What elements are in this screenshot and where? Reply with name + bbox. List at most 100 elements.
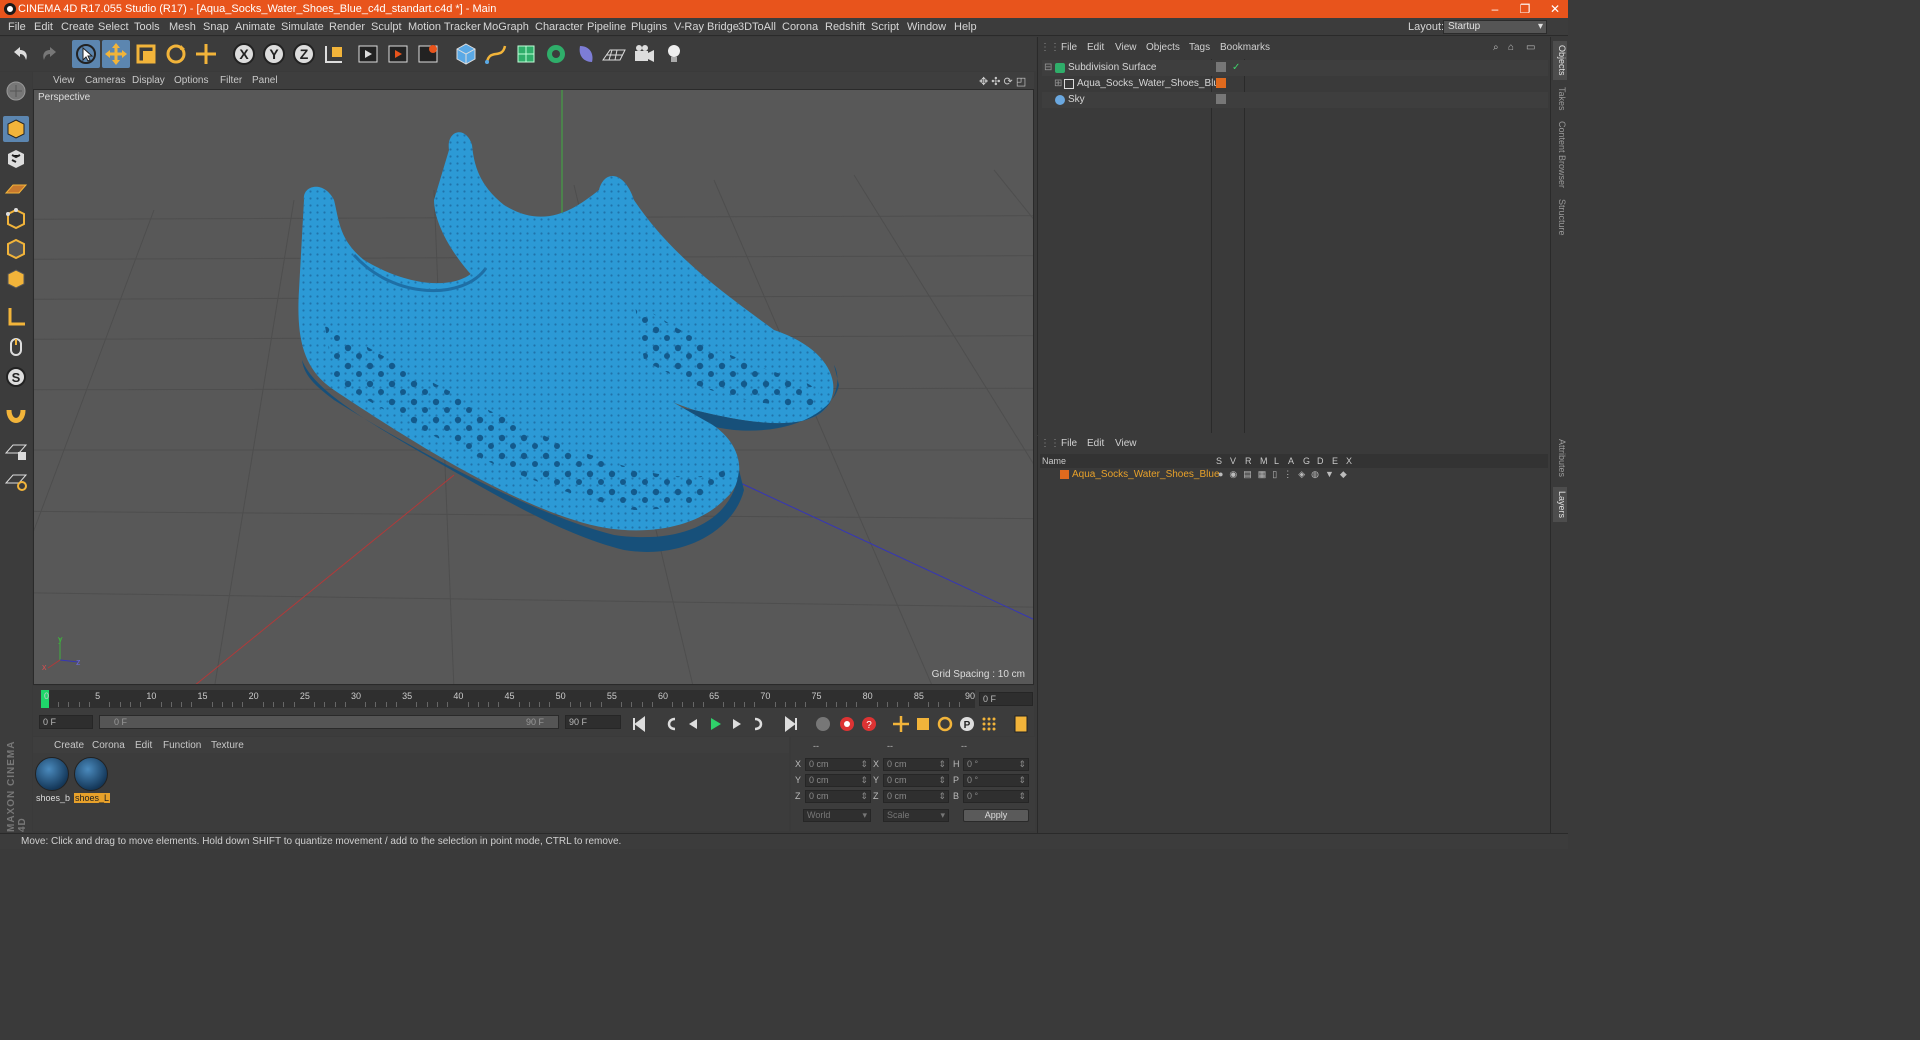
menu-window[interactable]: Window xyxy=(907,21,946,33)
panel-options-icon[interactable]: ▭ xyxy=(1526,42,1535,53)
texture-mode-button[interactable] xyxy=(3,146,29,172)
scale-select[interactable]: Scale ▾ xyxy=(883,809,949,822)
layer-column-x[interactable]: X xyxy=(1346,454,1352,468)
x-axis-lock-button[interactable]: X xyxy=(230,40,258,68)
stepper-arrows-icon[interactable]: ⇕ xyxy=(860,775,868,786)
viewport-menu-options[interactable]: Options xyxy=(174,75,208,86)
layer-column-a[interactable]: A xyxy=(1288,454,1294,468)
coord-value-field[interactable]: 0 cm ⇕ xyxy=(883,790,949,803)
go-to-end-button[interactable] xyxy=(781,714,801,734)
layer-name[interactable]: Aqua_Socks_Water_Shoes_Blue xyxy=(1072,468,1220,481)
material-label[interactable]: shoes_b xyxy=(35,793,71,803)
menu-v-ray-bridge[interactable]: V-Ray Bridge xyxy=(674,21,739,33)
viewport-menu-view[interactable]: View xyxy=(53,75,75,86)
layer-column-d[interactable]: D xyxy=(1317,454,1324,468)
expand-icon[interactable]: ⊞ xyxy=(1054,76,1062,92)
material-menu-create[interactable]: Create xyxy=(54,740,84,751)
stepper-arrows-icon[interactable]: ⇕ xyxy=(938,775,946,786)
scale-key-button[interactable] xyxy=(913,714,933,734)
layer-menu-edit[interactable]: Edit xyxy=(1087,438,1104,449)
stepper-arrows-icon[interactable]: ⇕ xyxy=(1018,775,1026,786)
snap-button[interactable]: S xyxy=(3,364,29,390)
coord-value-field[interactable]: 0 cm ⇕ xyxy=(805,790,871,803)
record-active-button[interactable] xyxy=(813,714,833,734)
object-name[interactable]: Sky xyxy=(1068,92,1085,108)
menu-tools[interactable]: Tools xyxy=(134,21,160,33)
viewport-menu-panel[interactable]: Panel xyxy=(252,75,278,86)
go-to-start-button[interactable] xyxy=(629,714,649,734)
array-cloner-button[interactable] xyxy=(542,40,570,68)
point-level-key-button[interactable] xyxy=(979,714,999,734)
close-button[interactable]: ✕ xyxy=(1540,0,1570,18)
position-key-button[interactable] xyxy=(891,714,911,734)
stepper-arrows-icon[interactable]: ⇕ xyxy=(860,791,868,802)
tab-structure[interactable]: Structure xyxy=(1553,195,1567,240)
material-swatch-shoes-l[interactable] xyxy=(74,757,108,791)
z-axis-lock-button[interactable]: Z xyxy=(290,40,318,68)
home-icon[interactable]: ⌂ xyxy=(1508,42,1514,53)
menu-edit[interactable]: Edit xyxy=(34,21,53,33)
menu-motion-tracker[interactable]: Motion Tracker xyxy=(408,21,481,33)
menu-redshift[interactable]: Redshift xyxy=(825,21,865,33)
layer-column-l[interactable]: L xyxy=(1274,454,1279,468)
menu-mesh[interactable]: Mesh xyxy=(169,21,196,33)
layer-menu-view[interactable]: View xyxy=(1115,438,1137,449)
layer-menu-file[interactable]: File xyxy=(1061,438,1077,449)
coord-value-field[interactable]: 0 cm ⇕ xyxy=(805,774,871,787)
menu-help[interactable]: Help xyxy=(954,21,977,33)
enabled-check-icon[interactable]: ✓ xyxy=(1232,60,1240,76)
previous-key-button[interactable] xyxy=(661,714,681,734)
move-tool-button[interactable] xyxy=(102,40,130,68)
selection-tool-button[interactable] xyxy=(72,40,100,68)
viewport-menu-display[interactable]: Display xyxy=(132,75,165,86)
floor-environment-button[interactable] xyxy=(600,40,628,68)
start-frame-field[interactable]: 0 F xyxy=(39,715,93,729)
tab-content-browser[interactable]: Content Browser xyxy=(1553,117,1567,192)
tab-layers[interactable]: Layers xyxy=(1553,487,1567,523)
subdivision-surface-button[interactable] xyxy=(512,40,540,68)
material-menu-edit[interactable]: Edit xyxy=(135,740,152,751)
viewport-menu-filter[interactable]: Filter xyxy=(220,75,242,86)
layer-tag-icon[interactable] xyxy=(1216,94,1226,104)
menu-animate[interactable]: Animate xyxy=(235,21,275,33)
material-menu-texture[interactable]: Texture xyxy=(211,740,244,751)
viewport-menu-cameras[interactable]: Cameras xyxy=(85,75,126,86)
material-menu-corona[interactable]: Corona xyxy=(92,740,125,751)
menu-plugins[interactable]: Plugins xyxy=(631,21,667,33)
menu-pipeline[interactable]: Pipeline xyxy=(587,21,626,33)
layer-column-m[interactable]: M xyxy=(1260,454,1268,468)
layer-color-icon[interactable] xyxy=(1216,78,1226,88)
next-frame-button[interactable] xyxy=(727,714,747,734)
tab-objects[interactable]: Objects xyxy=(1553,41,1567,80)
menu-render[interactable]: Render xyxy=(329,21,365,33)
stepper-arrows-icon[interactable]: ⇕ xyxy=(938,759,946,770)
menu-file[interactable]: File xyxy=(8,21,26,33)
menu-script[interactable]: Script xyxy=(871,21,899,33)
render-view-button[interactable] xyxy=(354,40,382,68)
layer-tag-icon[interactable] xyxy=(1216,62,1226,72)
tweak-mode-button[interactable] xyxy=(3,334,29,360)
range-slider[interactable]: 0 F 90 F xyxy=(99,715,559,729)
object-name[interactable]: Aqua_Socks_Water_Shoes_Blue xyxy=(1077,76,1225,92)
menu-simulate[interactable]: Simulate xyxy=(281,21,324,33)
light-button[interactable] xyxy=(660,40,688,68)
coord-value-field[interactable]: 0 cm ⇕ xyxy=(883,758,949,771)
locked-workplane-button[interactable] xyxy=(3,438,29,464)
render-picture-viewer-button[interactable] xyxy=(384,40,412,68)
pen-spline-button[interactable] xyxy=(482,40,510,68)
menu-sculpt[interactable]: Sculpt xyxy=(371,21,402,33)
coord-value-field[interactable]: 0 ° ⇕ xyxy=(963,774,1029,787)
make-editable-button[interactable] xyxy=(3,78,29,104)
apply-button[interactable]: Apply xyxy=(963,809,1029,822)
end-frame-field[interactable]: 90 F xyxy=(565,715,621,729)
material-label-selected[interactable]: shoes_L xyxy=(74,793,111,803)
perspective-viewport[interactable]: y z x Perspective Grid Spacing : 10 cm xyxy=(33,89,1034,685)
menu-snap[interactable]: Snap xyxy=(203,21,229,33)
axis-mode-button[interactable] xyxy=(3,304,29,330)
rotation-key-button[interactable] xyxy=(935,714,955,734)
stepper-arrows-icon[interactable]: ⇕ xyxy=(1018,791,1026,802)
object-name[interactable]: Subdivision Surface xyxy=(1068,60,1156,76)
object-menu-file[interactable]: File xyxy=(1061,42,1077,53)
stepper-arrows-icon[interactable]: ⇕ xyxy=(938,791,946,802)
scale-tool-button[interactable] xyxy=(132,40,160,68)
